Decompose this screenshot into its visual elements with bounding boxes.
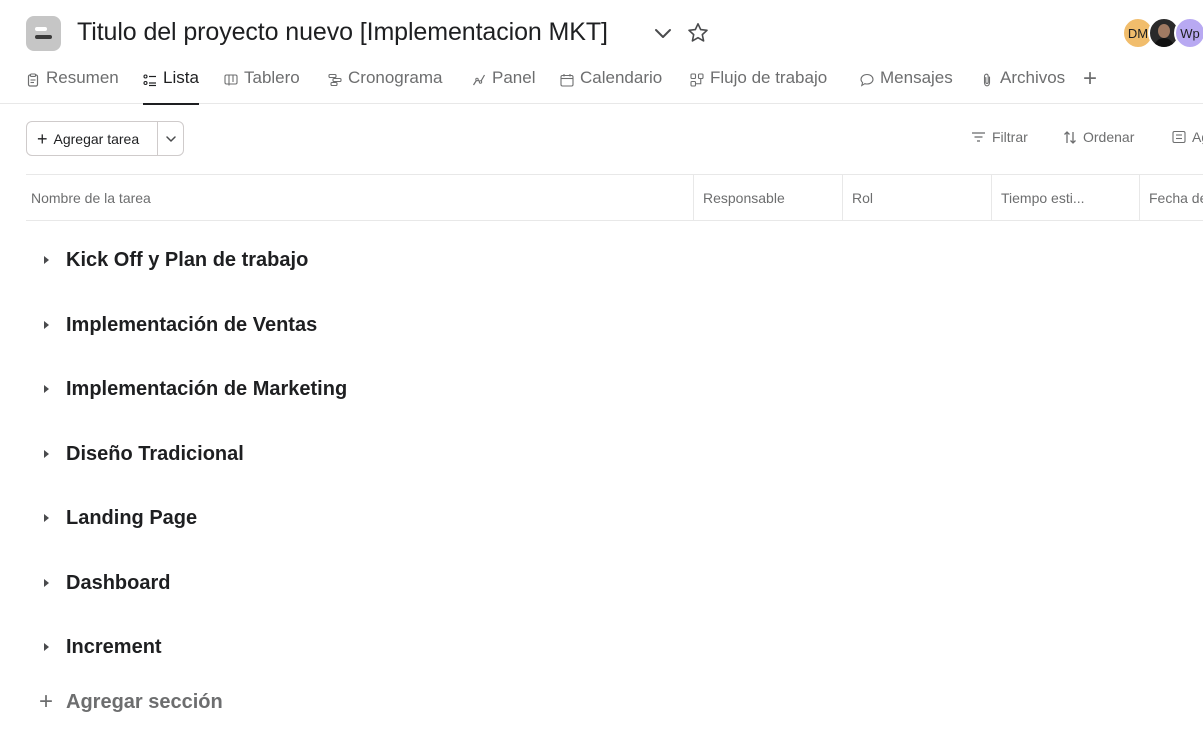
filter-label: Filtrar [992, 129, 1028, 145]
section-name[interactable]: Implementación de Marketing [66, 378, 347, 401]
caret-right-icon[interactable] [26, 369, 66, 409]
tab-label: Archivos [1000, 68, 1066, 87]
column-header-assignee[interactable]: Responsable [694, 175, 843, 221]
filter-button[interactable]: Filtrar [971, 129, 1028, 145]
section-row[interactable]: Landing Page [26, 498, 726, 538]
column-header-role[interactable]: Rol [843, 175, 992, 221]
tab-resumen[interactable]: Resumen [26, 68, 119, 104]
project-members[interactable]: DM Wp [1122, 17, 1203, 49]
section-name[interactable]: Implementación de Ventas [66, 314, 317, 337]
plus-icon: + [37, 128, 48, 149]
project-list-icon[interactable] [26, 16, 61, 51]
tab-tablero[interactable]: Tablero [224, 68, 300, 104]
workflow-icon [690, 72, 704, 87]
tab-flujo-de-trabajo[interactable]: Flujo de trabajo [690, 68, 827, 104]
add-section-button[interactable]: + Agregar sección [26, 684, 223, 720]
group-icon [1172, 130, 1186, 144]
sort-button[interactable]: Ordenar [1063, 129, 1134, 145]
chart-icon [472, 72, 486, 86]
caret-right-icon[interactable] [26, 434, 66, 474]
clipboard-icon [26, 72, 40, 87]
project-header: Titulo del proyecto nuevo [Implementacio… [0, 0, 1203, 105]
sort-icon [1064, 130, 1076, 144]
paperclip-icon [980, 72, 994, 87]
table-header: Nombre de la tarea Responsable Rol Tiemp… [26, 174, 1203, 221]
tab-label: Cronograma [348, 68, 443, 87]
chevron-down-icon [165, 135, 176, 142]
add-task-label: Agregar tarea [53, 130, 140, 147]
plus-icon: + [38, 688, 53, 715]
tab-lista[interactable]: Lista [143, 68, 199, 105]
caret-right-icon[interactable] [26, 498, 66, 538]
section-name[interactable]: Increment [66, 636, 162, 659]
section-row[interactable]: Implementación de Marketing [26, 369, 726, 409]
calendar-icon [560, 72, 574, 87]
star-icon[interactable] [686, 21, 710, 45]
filter-icon [972, 132, 985, 142]
tab-calendario[interactable]: Calendario [560, 68, 662, 104]
tab-label: Lista [163, 68, 199, 87]
column-header-estimated-time[interactable]: Tiempo esti... [992, 175, 1140, 221]
project-title[interactable]: Titulo del proyecto nuevo [Implementacio… [77, 18, 608, 47]
section-row[interactable]: Diseño Tradicional [26, 434, 726, 474]
add-task-button[interactable]: + Agregar tarea [27, 122, 158, 155]
tab-panel[interactable]: Panel [472, 68, 535, 104]
section-name[interactable]: Kick Off y Plan de trabajo [66, 249, 308, 272]
section-name[interactable]: Landing Page [66, 507, 197, 530]
timeline-icon [328, 72, 342, 87]
tab-mensajes[interactable]: Mensajes [860, 68, 953, 104]
section-name[interactable]: Diseño Tradicional [66, 443, 244, 466]
tab-cronograma[interactable]: Cronograma [328, 68, 443, 104]
tab-label: Calendario [580, 68, 663, 87]
section-row[interactable]: Dashboard [26, 563, 726, 603]
section-row[interactable]: Kick Off y Plan de trabajo [26, 240, 726, 280]
caret-right-icon[interactable] [26, 305, 66, 345]
caret-right-icon[interactable] [26, 627, 66, 667]
tab-label: Flujo de trabajo [710, 68, 828, 87]
section-row[interactable]: Increment [26, 627, 726, 667]
section-name[interactable]: Dashboard [66, 572, 170, 595]
list-icon [143, 72, 157, 87]
board-icon [224, 72, 238, 86]
column-header-due-date[interactable]: Fecha de [1140, 175, 1203, 221]
section-row[interactable]: Implementación de Ventas [26, 305, 726, 345]
caret-right-icon[interactable] [26, 240, 66, 280]
tab-label: Mensajes [880, 68, 953, 87]
caret-right-icon[interactable] [26, 563, 66, 603]
chevron-down-icon[interactable] [652, 24, 674, 44]
add-tab-plus-icon[interactable]: + [1083, 67, 1097, 91]
project-tabs: Resumen Lista Tablero Cronograma Panel C… [0, 62, 1203, 105]
tab-label: Resumen [46, 68, 119, 87]
group-label: Ag [1192, 129, 1203, 145]
message-icon [860, 72, 874, 87]
tab-label: Tablero [244, 68, 300, 87]
column-header-task-name[interactable]: Nombre de la tarea [26, 175, 694, 221]
add-task-button-group: + Agregar tarea [26, 121, 184, 156]
add-section-label: Agregar sección [66, 690, 223, 713]
sort-label: Ordenar [1083, 129, 1135, 145]
group-button[interactable]: Ag [1172, 129, 1203, 145]
tab-label: Panel [492, 68, 536, 87]
avatar[interactable]: Wp [1174, 17, 1203, 49]
tab-archivos[interactable]: Archivos [980, 68, 1065, 104]
add-task-dropdown[interactable] [158, 122, 183, 155]
